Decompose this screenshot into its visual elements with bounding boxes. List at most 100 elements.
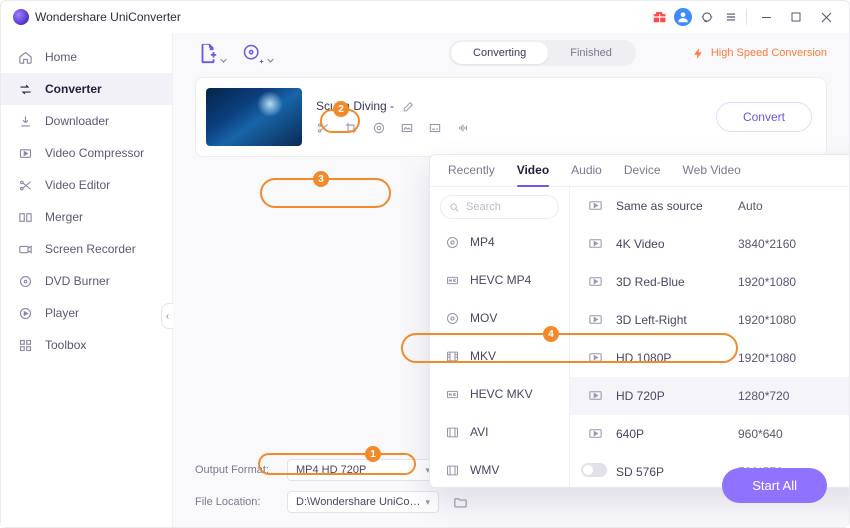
format-search-input[interactable]: Search [440, 195, 559, 219]
film-icon [444, 462, 460, 478]
start-all-button[interactable]: Start All [722, 468, 827, 503]
tab-web-video[interactable]: Web Video [683, 163, 741, 186]
format-category-tabs: Recently Video Audio Device Web Video [430, 155, 849, 187]
sidebar-item-label: Merger [45, 210, 83, 224]
sidebar-collapse-button[interactable]: ‹ [161, 303, 173, 329]
status-segmented-control: Converting Finished [449, 40, 636, 66]
film-icon [444, 348, 460, 364]
output-format-label: Output Format: [195, 464, 277, 476]
open-folder-icon[interactable] [453, 495, 468, 510]
disc-icon [444, 234, 460, 250]
sidebar-item-label: Player [45, 306, 79, 320]
recorder-icon [17, 241, 33, 257]
add-file-button[interactable] [195, 40, 221, 66]
format-item-wmv[interactable]: WMV [430, 451, 569, 487]
annotation-badge-3: 3 [313, 171, 329, 187]
window-minimize-button[interactable] [751, 4, 781, 30]
video-preset-icon [588, 198, 604, 214]
resolution-item-selected[interactable]: HD 720P1280*720 [570, 377, 849, 415]
video-thumbnail[interactable] [206, 88, 302, 146]
support-icon[interactable] [696, 6, 718, 28]
search-icon [449, 202, 460, 213]
app-title: Wondershare UniConverter [35, 10, 181, 24]
format-item-mov[interactable]: MOV [430, 299, 569, 337]
tab-converting[interactable]: Converting [451, 42, 548, 64]
sidebar-item-label: Video Compressor [45, 146, 144, 160]
compressor-icon [17, 145, 33, 161]
format-item-mkv[interactable]: MKV [430, 337, 569, 375]
gift-icon[interactable] [648, 6, 670, 28]
lightning-icon [692, 47, 705, 60]
tab-finished[interactable]: Finished [548, 42, 634, 64]
sidebar-item-label: DVD Burner [45, 274, 110, 288]
resolution-item[interactable]: 640P960*640 [570, 415, 849, 453]
sidebar-item-toolbox[interactable]: Toolbox [1, 329, 172, 361]
tab-device[interactable]: Device [624, 163, 661, 186]
watermark-icon[interactable] [400, 121, 414, 135]
play-icon [17, 305, 33, 321]
convert-button[interactable]: Convert [716, 102, 812, 132]
format-item-hevc-mp4[interactable]: HEVC MP4 [430, 261, 569, 299]
output-format-select[interactable]: MP4 HD 720P ▾ [287, 459, 439, 481]
film-icon [444, 424, 460, 440]
format-item-avi[interactable]: AVI [430, 413, 569, 451]
high-speed-conversion-label[interactable]: High Speed Conversion [692, 47, 827, 60]
sidebar-item-merger[interactable]: Merger [1, 201, 172, 233]
sidebar-item-label: Video Editor [45, 178, 110, 192]
audio-icon[interactable] [456, 121, 470, 135]
crop-icon[interactable] [344, 121, 358, 135]
sidebar-item-label: Converter [45, 82, 102, 96]
merger-icon [17, 209, 33, 225]
sidebar-item-label: Toolbox [45, 338, 86, 352]
sidebar-item-converter[interactable]: Converter [1, 73, 172, 105]
file-edit-tools [316, 121, 470, 135]
main-area: Converting Finished High Speed Conversio… [173, 33, 849, 527]
video-preset-icon [588, 274, 604, 290]
resolution-item[interactable]: 4K Video3840*2160 [570, 225, 849, 263]
grid-icon [17, 337, 33, 353]
sidebar-item-player[interactable]: Player [1, 297, 172, 329]
resolution-item[interactable]: HD 1080P1920*1080 [570, 339, 849, 377]
video-preset-icon [588, 312, 604, 328]
add-dvd-button[interactable] [239, 40, 265, 66]
trim-icon[interactable] [316, 121, 330, 135]
converter-icon [17, 81, 33, 97]
sidebar-item-downloader[interactable]: Downloader [1, 105, 172, 137]
resolution-item[interactable]: Same as sourceAuto [570, 187, 849, 225]
file-location-label: File Location: [195, 496, 277, 508]
window-close-button[interactable] [811, 4, 841, 30]
format-list-column: Search MP4 HEVC MP4 MOV MKV HEVC MKV AVI… [430, 187, 570, 487]
home-icon [17, 49, 33, 65]
sidebar-item-home[interactable]: Home [1, 41, 172, 73]
sidebar-item-dvd[interactable]: DVD Burner [1, 265, 172, 297]
effect-icon[interactable] [372, 121, 386, 135]
format-dropdown-panel: Recently Video Audio Device Web Video Se… [429, 154, 849, 488]
tab-recently[interactable]: Recently [448, 163, 495, 186]
resolution-item[interactable]: 3D Red-Blue1920*1080 [570, 263, 849, 301]
sidebar-item-recorder[interactable]: Screen Recorder [1, 233, 172, 265]
chevron-down-icon: ▾ [425, 497, 430, 508]
video-preset-icon [588, 426, 604, 442]
app-logo-icon [13, 9, 29, 25]
disc-icon [17, 273, 33, 289]
tab-audio[interactable]: Audio [571, 163, 602, 186]
window-maximize-button[interactable] [781, 4, 811, 30]
hevc-icon [444, 272, 460, 288]
resolution-item[interactable]: 3D Left-Right1920*1080 [570, 301, 849, 339]
resolution-list-column: Same as sourceAuto 4K Video3840*2160 3D … [570, 187, 849, 487]
sidebar-item-compressor[interactable]: Video Compressor [1, 137, 172, 169]
sidebar-item-editor[interactable]: Video Editor [1, 169, 172, 201]
format-item-mp4[interactable]: MP4 [430, 223, 569, 261]
merge-files-toggle[interactable] [581, 463, 607, 477]
subtitle-icon[interactable] [428, 121, 442, 135]
video-preset-icon [588, 388, 604, 404]
rename-icon[interactable] [402, 100, 415, 113]
sidebar-item-label: Screen Recorder [45, 242, 136, 256]
sidebar-item-label: Downloader [45, 114, 109, 128]
account-avatar-icon[interactable] [672, 6, 694, 28]
format-item-hevc-mkv[interactable]: HEVC MKV [430, 375, 569, 413]
titlebar: Wondershare UniConverter [1, 1, 849, 33]
file-location-select[interactable]: D:\Wondershare UniConverter ▾ [287, 491, 439, 513]
tab-video[interactable]: Video [517, 163, 549, 186]
menu-icon[interactable] [720, 6, 742, 28]
